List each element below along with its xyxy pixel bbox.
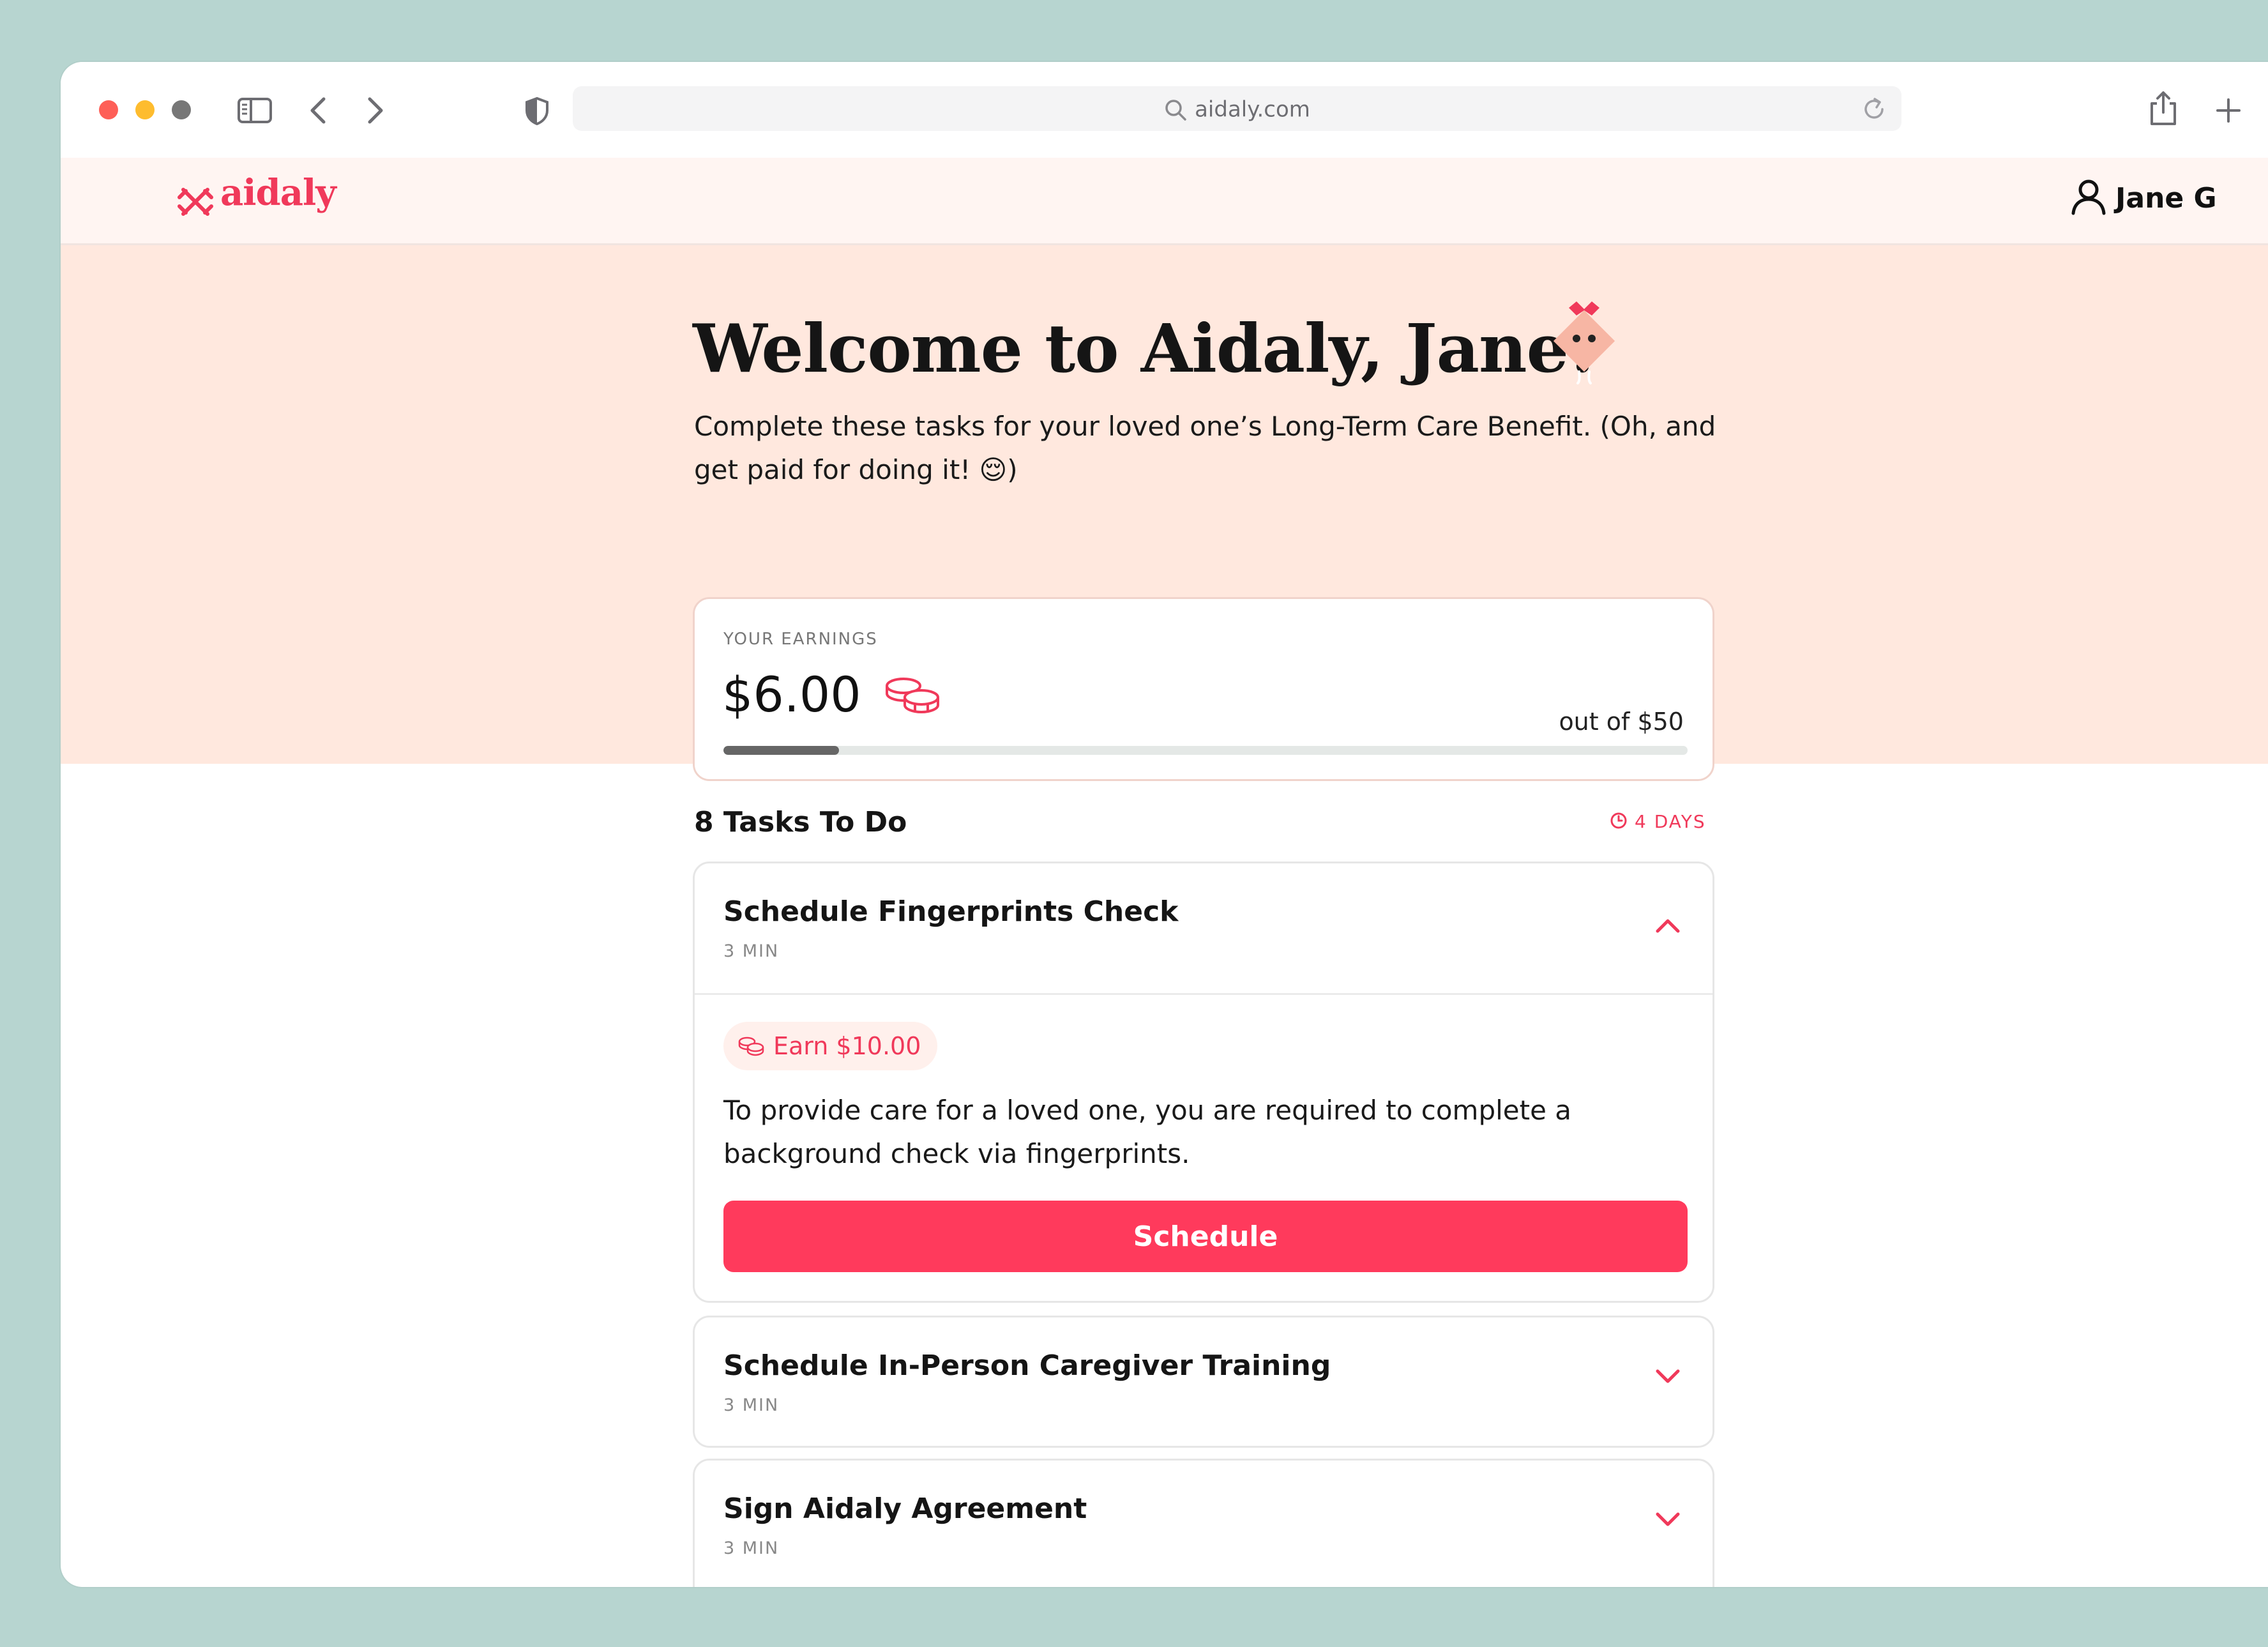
tasks-heading: 8 Tasks To Do	[694, 806, 907, 839]
aidaly-logo-icon[interactable]	[177, 183, 214, 220]
privacy-shield-icon[interactable]	[524, 96, 550, 126]
task-description: To provide care for a loved one, you are…	[723, 1095, 1572, 1169]
earn-reward-text: Earn $10.00	[773, 1032, 921, 1060]
earnings-progress-fill	[723, 746, 840, 755]
clock-icon	[1609, 811, 1628, 830]
tasks-due-text: 4 DAYS	[1635, 811, 1706, 832]
task-duration: 3 MIN	[723, 1538, 780, 1558]
forward-arrow-icon[interactable]	[366, 96, 385, 125]
address-bar[interactable]: aidaly.com	[573, 86, 1901, 131]
aidaly-logo-text[interactable]: aidaly	[220, 172, 336, 214]
task-title: Schedule In-Person Caregiver Training	[723, 1349, 1331, 1382]
task-card-caregiver-training[interactable]: Schedule In-Person Caregiver Training 3 …	[693, 1316, 1714, 1448]
task-card-agreement[interactable]: Sign Aidaly Agreement 3 MIN	[693, 1459, 1714, 1587]
earnings-label: YOUR EARNINGS	[723, 630, 878, 649]
browser-window: aidaly.com aidaly Jane G Welcome to Aida…	[61, 62, 2268, 1587]
earn-reward-badge: Earn $10.00	[723, 1022, 938, 1070]
task-card-fingerprints: Schedule Fingerprints Check 3 MIN Earn $…	[693, 861, 1714, 1303]
site-header: aidaly Jane G	[61, 158, 2268, 245]
chevron-down-icon[interactable]	[1655, 1369, 1681, 1385]
sidebar-toggle-icon[interactable]	[237, 97, 273, 124]
task-title: Sign Aidaly Agreement	[723, 1492, 1087, 1525]
chevron-down-icon[interactable]	[1655, 1512, 1681, 1528]
page-title: Welcome to Aidaly, Jane!	[693, 309, 1597, 388]
schedule-button[interactable]: Schedule	[723, 1201, 1688, 1272]
task-duration: 3 MIN	[723, 1395, 780, 1415]
share-icon[interactable]	[2149, 91, 2177, 126]
coins-icon	[738, 1036, 764, 1056]
mascot-icon	[1543, 296, 1625, 386]
welcome-hero: Welcome to Aidaly, Jane! Complete these …	[61, 245, 2268, 781]
task-duration: 3 MIN	[723, 941, 780, 961]
reload-icon[interactable]	[1861, 96, 1887, 123]
earnings-goal: out of $50	[1559, 708, 1684, 736]
earnings-amount: $6.00	[722, 666, 942, 723]
coins-icon	[883, 676, 942, 715]
minimize-window-button[interactable]	[135, 100, 155, 119]
tasks-due-badge: 4 DAYS	[1609, 811, 1706, 832]
search-icon	[1164, 98, 1187, 121]
earnings-amount-value: $6.00	[722, 666, 861, 723]
page-subtitle: Complete these tasks for your loved one’…	[694, 411, 1716, 485]
divider	[695, 993, 1712, 995]
user-icon[interactable]	[2071, 178, 2106, 215]
url-text: aidaly.com	[573, 86, 1901, 131]
url-label: aidaly.com	[1195, 96, 1310, 123]
earnings-card: YOUR EARNINGS $6.00 out of $50	[693, 597, 1714, 781]
zoom-window-button[interactable]	[172, 100, 191, 119]
back-arrow-icon[interactable]	[308, 96, 328, 125]
user-name[interactable]: Jane G	[2115, 182, 2217, 215]
browser-toolbar: aidaly.com	[61, 62, 2268, 158]
chevron-up-icon[interactable]	[1655, 917, 1681, 934]
new-tab-plus-icon[interactable]	[2215, 97, 2242, 124]
earnings-progress-bar	[723, 746, 1688, 755]
task-header[interactable]: Schedule Fingerprints Check 3 MIN	[695, 863, 1712, 993]
task-title: Schedule Fingerprints Check	[723, 895, 1179, 928]
close-window-button[interactable]	[99, 100, 118, 119]
